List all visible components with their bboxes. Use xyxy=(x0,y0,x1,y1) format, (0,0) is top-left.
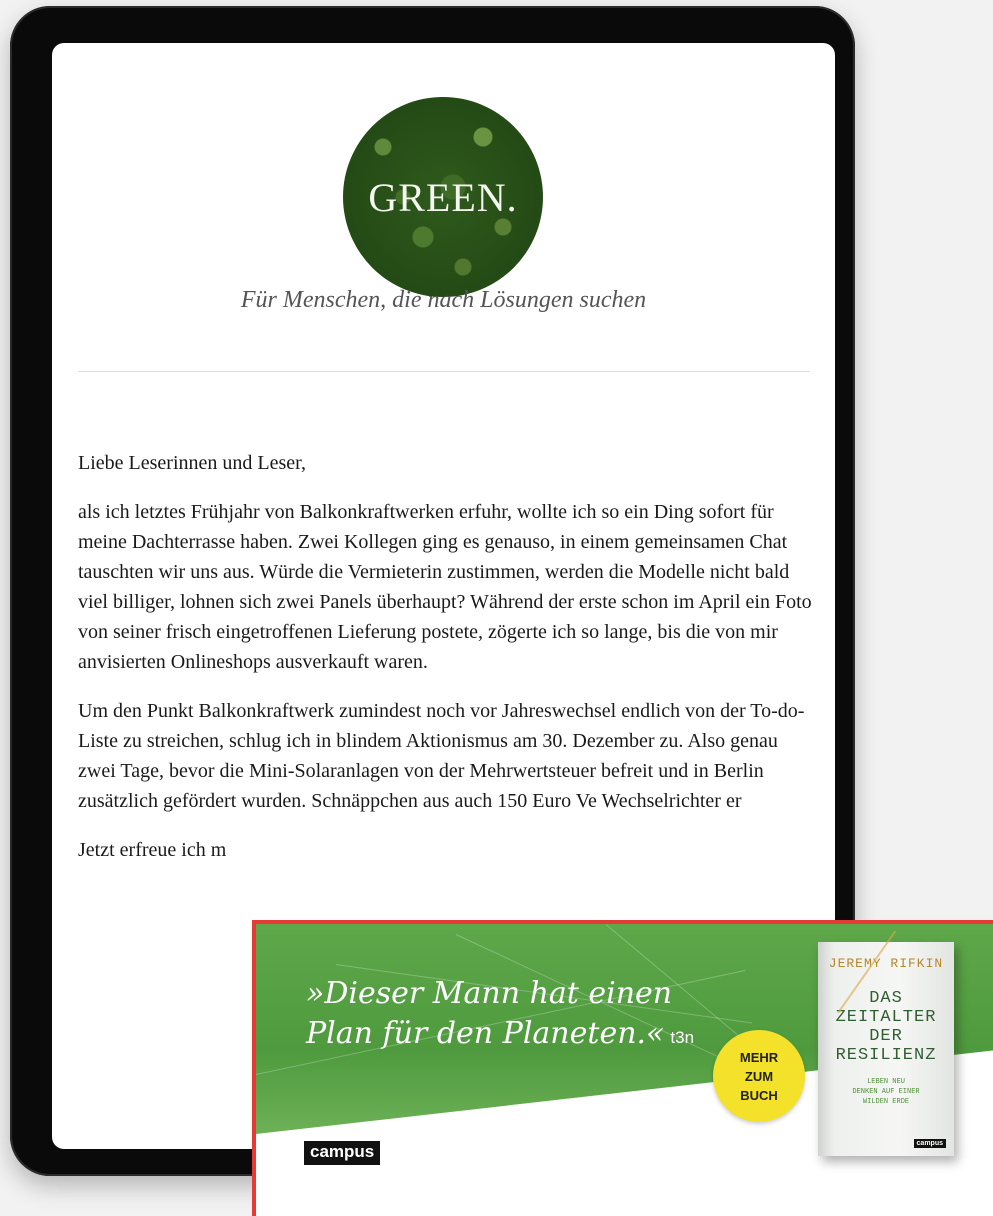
book-title: DAS ZEITALTER DER RESILIENZ xyxy=(835,989,937,1065)
badge-line: BUCH xyxy=(740,1087,778,1103)
article-body: Liebe Leserinnen und Leser, als ich letz… xyxy=(78,448,813,884)
book-ad-banner[interactable]: »Dieser Mann hat einen Plan für den Plan… xyxy=(252,920,993,1216)
paragraph: Jetzt erfreue ich m xyxy=(78,839,227,861)
campus-logo: campus xyxy=(304,1141,381,1165)
logo-text: GREEN. xyxy=(368,174,518,220)
book-author: JEREMY RIFKIN xyxy=(828,956,944,971)
newsletter-tagline: Für Menschen, die nach Lösungen suchen xyxy=(240,287,647,313)
badge-line: ZUM xyxy=(744,1068,774,1084)
green-logo: GREEN. xyxy=(343,97,543,297)
book-tagline: LEBEN NEU DENKEN AUF EINER WILDEN ERDE xyxy=(852,1078,920,1106)
divider xyxy=(78,371,810,372)
paragraph: Um den Punkt Balkonkraftwerk zumindest n… xyxy=(78,700,805,812)
badge-line: MEHR xyxy=(739,1049,779,1065)
more-about-book-button[interactable]: MEHR ZUM BUCH xyxy=(713,1030,805,1122)
salutation: Liebe Leserinnen und Leser, xyxy=(78,452,306,474)
ad-quote: »Dieser Mann hat einen Plan für den Plan… xyxy=(306,974,786,1058)
book-cover[interactable]: JEREMY RIFKIN DAS ZEITALTER DER RESILIEN… xyxy=(818,930,954,1156)
quote-line-2: Plan für den Planeten.« t3n xyxy=(306,1016,695,1051)
book-publisher-logo: campus xyxy=(913,1139,946,1148)
paragraph: als ich letztes Frühjahr von Balkonkraft… xyxy=(78,501,812,673)
quote-source: t3n xyxy=(670,1028,695,1047)
quote-line-1: »Dieser Mann hat einen xyxy=(306,976,673,1011)
